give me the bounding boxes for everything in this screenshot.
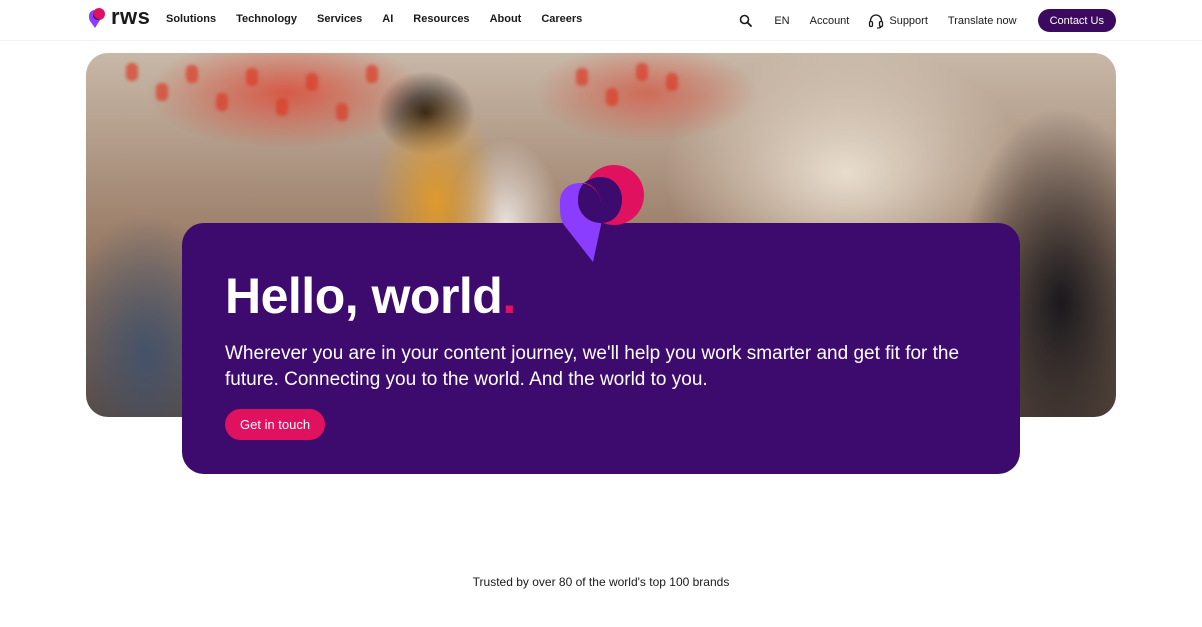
account-link[interactable]: Account [810,10,850,32]
hero-subtext: Wherever you are in your content journey… [225,343,960,390]
nav-resources[interactable]: Resources [413,12,469,26]
support-link[interactable]: Support [868,10,928,32]
lantern [636,63,648,81]
nav-careers[interactable]: Careers [541,12,582,26]
utility-nav: EN Account Support Translate now Contact… [739,9,1116,32]
lantern [246,68,258,86]
headline-text: Hello, world [225,268,503,324]
nav-ai[interactable]: AI [382,12,393,26]
lantern [606,88,618,106]
rws-logo[interactable]: rws [87,4,151,29]
lantern [336,103,348,121]
headset-icon [869,13,884,29]
hero-headline: Hello, world. [225,267,516,325]
lantern [306,73,318,91]
logo-text: rws [111,4,151,29]
translate-now-link[interactable]: Translate now [948,10,1017,32]
headline-dot: . [502,268,516,324]
lantern [126,63,138,81]
main-nav: Solutions Technology Services AI Resourc… [166,12,582,26]
search-icon [740,14,753,27]
lantern [576,68,588,86]
language-selector[interactable]: EN [774,10,789,32]
lantern [186,65,198,83]
nav-services[interactable]: Services [317,12,362,26]
nav-about[interactable]: About [490,12,522,26]
lantern [276,98,288,116]
nav-solutions[interactable]: Solutions [166,12,216,26]
search-button[interactable] [739,14,753,28]
rws-logo-icon [89,8,105,28]
get-in-touch-button[interactable]: Get in touch [225,409,326,440]
contact-us-button[interactable]: Contact Us [1037,9,1116,32]
site-header: rws Solutions Technology Services AI Res… [0,0,1202,41]
lantern [216,93,228,111]
lantern [666,73,678,91]
support-label: Support [889,14,928,27]
lantern [366,65,378,83]
lantern [156,83,168,101]
brand-mark-icon [560,165,644,262]
trusted-by-text: Trusted by over 80 of the world's top 10… [472,575,730,589]
nav-technology[interactable]: Technology [236,12,297,26]
